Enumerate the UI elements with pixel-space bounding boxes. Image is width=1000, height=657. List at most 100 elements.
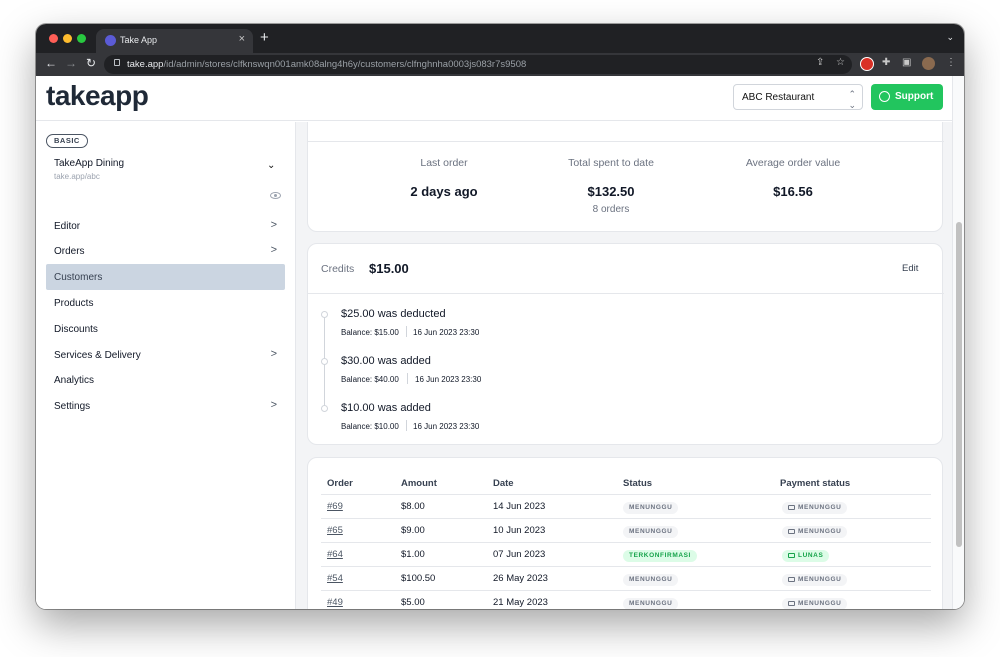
- browser-tab[interactable]: Take App ×: [96, 29, 253, 53]
- tab-search-icon[interactable]: ⌄: [946, 32, 954, 43]
- payment-status-badge: MENUNGGU: [782, 598, 848, 609]
- payment-status-badge: MENUNGGU: [782, 502, 848, 514]
- new-tab-button[interactable]: +: [260, 29, 269, 46]
- web-page: takeapp ABC Restaurant ⌃ ⌄ Support BASIC …: [36, 76, 964, 609]
- column-header-date: Date: [493, 478, 514, 489]
- payment-status-badge: LUNAS: [782, 550, 830, 562]
- share-icon[interactable]: ⇪: [816, 57, 824, 68]
- sidebar-item-services-delivery[interactable]: Services & Delivery >: [46, 342, 285, 368]
- table-divider: [321, 566, 931, 567]
- takeapp-logo[interactable]: takeapp: [46, 80, 149, 112]
- card-icon: [788, 601, 795, 606]
- payment-status-text: LUNAS: [798, 552, 824, 559]
- sidebar-item-discounts[interactable]: Discounts: [46, 316, 285, 342]
- reload-icon[interactable]: ↻: [86, 56, 96, 70]
- forward-icon[interactable]: →: [65, 56, 77, 70]
- order-amount: $100.50: [401, 573, 436, 584]
- status-badge: TERKONFIRMASI: [623, 550, 697, 562]
- minimize-window-button[interactable]: [63, 34, 72, 43]
- extensions-puzzle-icon[interactable]: ✚: [882, 57, 890, 68]
- credit-entry-balance: Balance: $10.00: [341, 422, 399, 431]
- credit-entry-date: 16 Jun 2023 23:30: [413, 422, 480, 431]
- status-badge: MENUNGGU: [623, 526, 679, 538]
- credit-entry-divider: [407, 373, 408, 384]
- table-divider: [321, 494, 931, 495]
- credit-entry-divider: [406, 326, 407, 337]
- credit-entry-date: 16 Jun 2023 23:30: [413, 328, 480, 337]
- sidebar-item-products[interactable]: Products: [46, 290, 285, 316]
- sidebar-item-label: Orders: [54, 246, 85, 257]
- card-icon: [788, 505, 795, 510]
- column-header-status: Status: [623, 478, 653, 489]
- credits-divider: [308, 293, 944, 294]
- payment-status-text: MENUNGGU: [798, 504, 842, 511]
- sidebar-item-label: Discounts: [54, 324, 98, 335]
- timeline-dot: [321, 405, 328, 412]
- store-select[interactable]: ABC Restaurant ⌃ ⌄: [733, 84, 863, 110]
- order-link[interactable]: #64: [327, 549, 343, 560]
- extension-icon[interactable]: [860, 57, 874, 71]
- sidebar-item-editor[interactable]: Editor >: [46, 213, 285, 239]
- order-amount: $1.00: [401, 549, 425, 560]
- chevron-right-icon: >: [270, 399, 277, 411]
- customer-stats-card: Last order 2 days ago Total spent to dat…: [307, 122, 944, 232]
- whatsapp-icon: [879, 91, 890, 102]
- sidebar-item-label: Analytics: [54, 375, 95, 386]
- bookmark-star-icon[interactable]: ☆: [836, 57, 845, 68]
- edit-credits-button[interactable]: Edit: [902, 263, 918, 274]
- order-link[interactable]: #49: [327, 597, 343, 608]
- sidebar-item-analytics[interactable]: Analytics: [46, 367, 285, 393]
- browser-toolbar: ← → ↻ take.app/id/admin/stores/clfknswqn…: [36, 53, 964, 76]
- back-icon[interactable]: ←: [45, 56, 57, 70]
- profile-avatar[interactable]: [922, 57, 935, 70]
- store-select-value: ABC Restaurant: [742, 92, 815, 103]
- tab-close-icon[interactable]: ×: [239, 33, 245, 45]
- order-link[interactable]: #69: [327, 501, 343, 512]
- support-label: Support: [895, 91, 934, 102]
- sidebar-item-settings[interactable]: Settings >: [46, 393, 285, 419]
- total-spent-label: Total spent to date: [568, 157, 654, 169]
- eye-icon[interactable]: [270, 192, 281, 199]
- last-order-label: Last order: [420, 157, 468, 169]
- total-spent-value: $132.50: [587, 184, 635, 199]
- chevron-down-icon[interactable]: ⌄: [267, 160, 275, 171]
- credit-entry-balance: Balance: $40.00: [341, 375, 399, 384]
- order-link[interactable]: #65: [327, 525, 343, 536]
- credits-card: Credits $15.00 Edit $25.00 was deducted …: [307, 243, 944, 445]
- table-divider: [321, 542, 931, 543]
- credit-entry-divider: [406, 420, 407, 431]
- store-name[interactable]: TakeApp Dining: [54, 158, 124, 169]
- order-link[interactable]: #54: [327, 573, 343, 584]
- tab-title: Take App: [120, 35, 158, 45]
- select-chevron-icon: ⌃ ⌄: [848, 89, 856, 110]
- main-content: Last order 2 days ago Total spent to dat…: [296, 122, 952, 609]
- desktop-background: Take App × + ⌄ ← → ↻ take.app/id/admin/s…: [0, 0, 1000, 657]
- page-scrollbar[interactable]: [952, 76, 964, 609]
- average-order-value: $16.56: [773, 184, 813, 199]
- chevron-right-icon: >: [270, 244, 277, 256]
- side-panel-icon[interactable]: ▣: [902, 57, 911, 68]
- tab-strip: Take App × + ⌄: [36, 24, 964, 53]
- zoom-window-button[interactable]: [77, 34, 86, 43]
- sidebar-item-customers[interactable]: Customers: [46, 264, 285, 290]
- credit-entry-title: $10.00 was added: [341, 402, 431, 414]
- column-header-order: Order: [327, 478, 353, 489]
- close-window-button[interactable]: [49, 34, 58, 43]
- sidebar-item-orders[interactable]: Orders >: [46, 238, 285, 264]
- card-icon: [788, 529, 795, 534]
- credit-entry-balance: Balance: $15.00: [341, 328, 399, 337]
- payment-status-badge: MENUNGGU: [782, 574, 848, 586]
- card-icon: [788, 553, 795, 558]
- more-menu-icon[interactable]: ⋮: [946, 57, 956, 68]
- timeline-dot: [321, 311, 328, 318]
- credit-entry-date: 16 Jun 2023 23:30: [415, 375, 482, 384]
- order-amount: $9.00: [401, 525, 425, 536]
- average-order-label: Average order value: [745, 157, 841, 169]
- support-button[interactable]: Support: [871, 84, 943, 110]
- browser-window: Take App × + ⌄ ← → ↻ take.app/id/admin/s…: [36, 24, 964, 609]
- status-badge: MENUNGGU: [623, 598, 679, 609]
- scrollbar-thumb[interactable]: [956, 222, 962, 547]
- address-bar[interactable]: take.app/id/admin/stores/clfknswqn001amk…: [104, 55, 852, 74]
- sidebar-item-label: Customers: [54, 272, 103, 283]
- orders-table-card: Order Amount Date Status Payment status …: [307, 457, 943, 609]
